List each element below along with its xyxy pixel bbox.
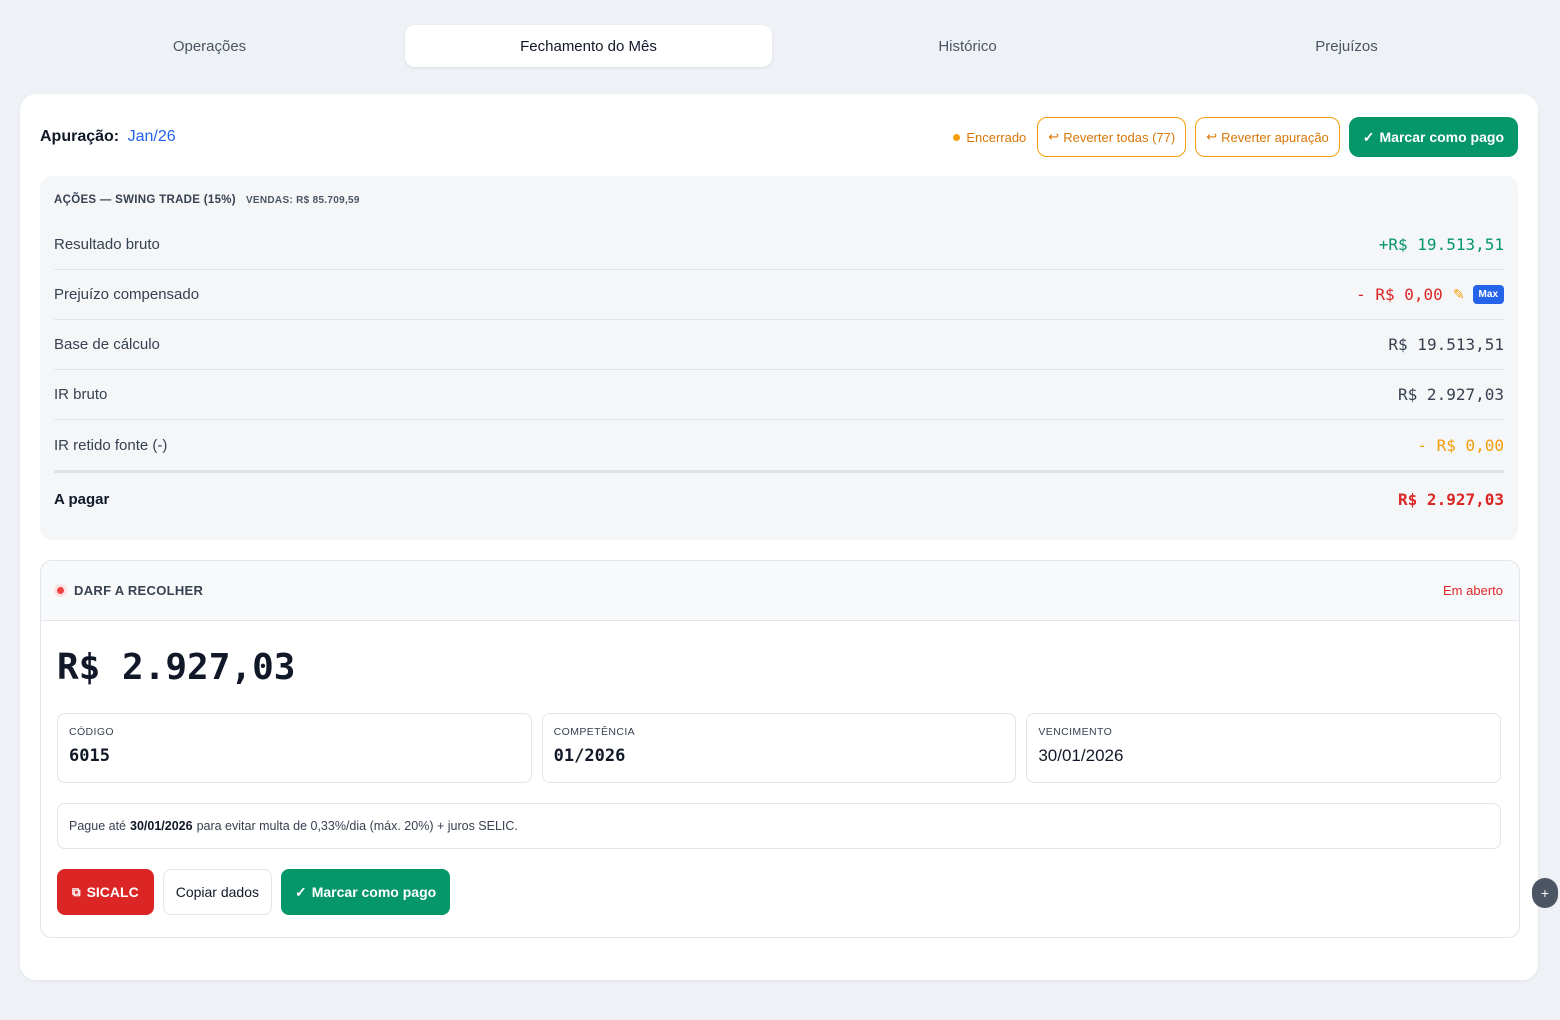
summary-sales: VENDAS: R$ 85.709,59 <box>245 195 360 206</box>
row-label: IR bruto <box>54 386 108 403</box>
tab-operacoes[interactable]: Operações <box>26 25 393 67</box>
summary-category: AÇÕES — SWING TRADE (15%) <box>54 194 236 206</box>
status-indicator: Encerrado <box>953 130 1026 145</box>
competencia-box: COMPETÊNCIA 01/2026 <box>541 713 1017 783</box>
darf-actions: ⧉ SICALC Copiar dados ✓ Marcar como pago <box>57 869 451 915</box>
revert-apuracao-button[interactable]: ↩ Reverter apuração <box>1195 117 1340 157</box>
header-actions: Encerrado ↩ Reverter todas (77) ↩ Revert… <box>953 117 1518 157</box>
darf-panel: DARF A RECOLHER Em aberto R$ 2.927,03 CÓ… <box>40 560 1520 938</box>
apuracao-title: Apuração: Jan/26 <box>40 128 176 146</box>
payment-notice: Pague até 30/01/2026 para evitar multa d… <box>57 803 1501 849</box>
revert-apuracao-label: Reverter apuração <box>1221 129 1329 145</box>
vencimento-value: 30/01/2026 <box>1038 746 1124 765</box>
sicalc-button[interactable]: ⧉ SICALC <box>57 869 154 915</box>
tab-historico[interactable]: Histórico <box>784 25 1151 67</box>
tab-fechamento-do-mes[interactable]: Fechamento do Mês <box>405 25 772 67</box>
row-label: Base de cálculo <box>54 336 160 353</box>
row-value: +R$ 19.513,51 <box>1378 235 1504 254</box>
copy-data-label: Copiar dados <box>175 884 259 900</box>
external-link-icon: ⧉ <box>72 884 81 899</box>
status-dot-icon <box>953 133 961 141</box>
competencia-value: 01/2026 <box>553 746 626 766</box>
status-dot-icon <box>57 587 64 594</box>
mark-paid-label: Marcar como pago <box>311 884 437 900</box>
tab-prejuizos[interactable]: Prejuízos <box>1163 25 1530 67</box>
row-label: Prejuízo compensado <box>54 286 200 303</box>
mark-paid-button-darf[interactable]: ✓ Marcar como pago <box>280 869 451 915</box>
check-icon: ✓ <box>1362 128 1375 145</box>
mark-paid-label: Marcar como pago <box>1379 129 1504 145</box>
sicalc-label: SICALC <box>86 884 139 900</box>
max-button[interactable]: Max <box>1472 285 1504 304</box>
row-prejuizo-compensado: Prejuízo compensado - R$ 0,00 ✎ Max <box>54 270 1504 320</box>
plus-icon[interactable]: + <box>1532 878 1558 908</box>
summary-title: AÇÕES — SWING TRADE (15%) VENDAS: R$ 85.… <box>54 194 360 206</box>
revert-all-button[interactable]: ↩ Reverter todas (77) <box>1037 117 1187 157</box>
apuracao-period: Jan/26 <box>127 128 176 145</box>
row-ir-retido-fonte: IR retido fonte (-) - R$ 0,00 <box>54 420 1504 470</box>
notice-prefix: Pague até <box>69 819 126 833</box>
row-resultado-bruto: Resultado bruto +R$ 19.513,51 <box>54 220 1504 270</box>
row-base-de-calculo: Base de cálculo R$ 19.513,51 <box>54 320 1504 370</box>
codigo-label: CÓDIGO <box>69 726 114 738</box>
tab-bar: Operações Fechamento do Mês Histórico Pr… <box>20 24 1536 68</box>
copy-data-button[interactable]: Copiar dados <box>162 869 272 915</box>
notice-suffix: para evitar multa de 0,33%/dia (máx. 20%… <box>196 819 518 833</box>
competencia-label: COMPETÊNCIA <box>553 726 636 738</box>
row-value: - R$ 0,00 <box>1356 285 1443 304</box>
vencimento-box: VENCIMENTO 30/01/2026 <box>1026 713 1502 783</box>
vencimento-label: VENCIMENTO <box>1038 726 1113 738</box>
row-label: A pagar <box>54 491 110 508</box>
row-label: Resultado bruto <box>54 236 160 253</box>
darf-state: Em aberto <box>1443 583 1503 598</box>
darf-info-boxes: CÓDIGO 6015 COMPETÊNCIA 01/2026 VENCIMEN… <box>57 713 1502 783</box>
tax-summary-panel: AÇÕES — SWING TRADE (15%) VENDAS: R$ 85.… <box>40 176 1518 540</box>
row-label: IR retido fonte (-) <box>54 436 168 454</box>
row-ir-bruto: IR bruto R$ 2.927,03 <box>54 370 1504 420</box>
darf-title: DARF A RECOLHER <box>74 583 204 598</box>
check-icon: ✓ <box>294 883 307 900</box>
row-value: - R$ 0,00 <box>1417 435 1504 455</box>
apuracao-label: Apuração: <box>40 128 120 145</box>
status-label: Encerrado <box>966 129 1027 145</box>
undo-arrow-icon: ↩ <box>1206 129 1218 144</box>
row-value-group: - R$ 0,00 ✎ Max <box>1356 285 1504 304</box>
closing-card: Apuração: Jan/26 Encerrado ↩ Reverter to… <box>20 94 1538 980</box>
darf-header: DARF A RECOLHER Em aberto <box>41 561 1519 621</box>
row-value: R$ 19.513,51 <box>1388 335 1504 354</box>
row-value: R$ 2.927,03 <box>1398 385 1504 404</box>
card-header: Apuração: Jan/26 Encerrado ↩ Reverter to… <box>40 116 1518 158</box>
mark-paid-button-header[interactable]: ✓ Marcar como pago <box>1348 117 1518 157</box>
notice-date: 30/01/2026 <box>130 819 193 833</box>
codigo-value: 6015 <box>69 746 110 766</box>
undo-arrow-icon: ↩ <box>1048 129 1060 144</box>
codigo-box: CÓDIGO 6015 <box>57 713 532 783</box>
pencil-icon[interactable]: ✎ <box>1453 286 1465 303</box>
row-value: R$ 2.927,03 <box>1398 490 1504 509</box>
summary-rows: Resultado bruto +R$ 19.513,51 Prejuízo c… <box>54 220 1504 526</box>
revert-all-label: Reverter todas (77) <box>1063 129 1176 145</box>
darf-amount: R$ 2.927,03 <box>57 647 296 688</box>
row-a-pagar: A pagar R$ 2.927,03 <box>54 470 1504 526</box>
